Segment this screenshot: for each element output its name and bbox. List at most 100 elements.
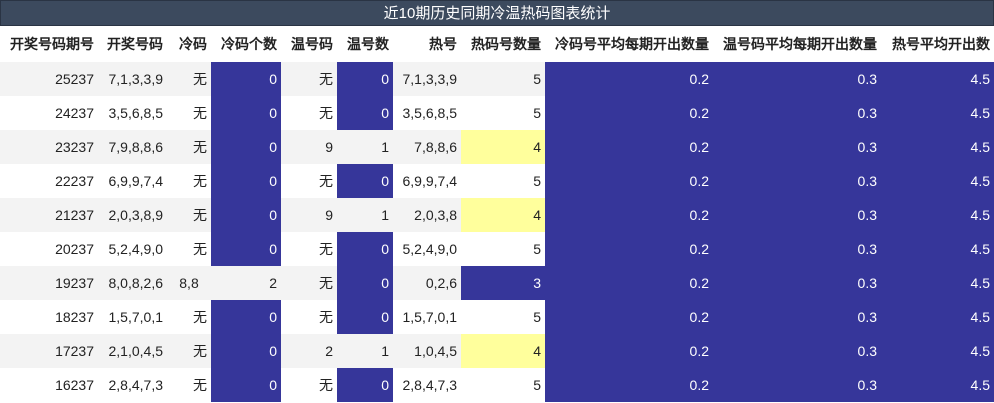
cell-hot-count: 5 bbox=[461, 368, 545, 402]
cell-hot-avg: 4.5 bbox=[881, 300, 994, 334]
table-row: 18237 1,5,7,0,1 无 0 无 0 1,5,7,0,1 5 0.2 0.3 4.5 bbox=[0, 300, 994, 334]
cell-warm-avg: 0.3 bbox=[713, 232, 881, 266]
cell-warm-avg: 0.3 bbox=[713, 266, 881, 300]
cell-cold-count: 0 bbox=[211, 130, 281, 164]
table-row: 22237 6,9,9,7,4 无 0 无 0 6,9,9,7,4 5 0.2 0.3 4.5 bbox=[0, 164, 994, 198]
cell-cold-avg: 0.2 bbox=[545, 232, 713, 266]
cell-cold: 无 bbox=[167, 334, 211, 368]
header-hot-avg: 热号平均开出数 bbox=[881, 26, 994, 62]
cell-cold: 无 bbox=[167, 368, 211, 402]
cell-issue: 21237 bbox=[0, 198, 98, 232]
cell-hot: 7,1,3,3,9 bbox=[393, 62, 461, 96]
cell-hot-avg: 4.5 bbox=[881, 334, 994, 368]
cell-cold: 无 bbox=[167, 96, 211, 130]
cell-warm-avg: 0.3 bbox=[713, 62, 881, 96]
header-cold-avg: 冷码号平均每期开出数量 bbox=[545, 26, 713, 62]
cell-hot: 3,5,6,8,5 bbox=[393, 96, 461, 130]
cell-cold-avg: 0.2 bbox=[545, 300, 713, 334]
table-row: 23237 7,9,8,8,6 无 0 9 1 7,8,8,6 4 0.2 0.3 4.5 bbox=[0, 130, 994, 164]
header-draw: 开奖号码 bbox=[98, 26, 167, 62]
table-row: 17237 2,1,0,4,5 无 0 2 1 1,0,4,5 4 0.2 0.3 4.5 bbox=[0, 334, 994, 368]
cell-hot-avg: 4.5 bbox=[881, 232, 994, 266]
cell-draw: 5,2,4,9,0 bbox=[98, 232, 167, 266]
cell-draw: 3,5,6,8,5 bbox=[98, 96, 167, 130]
cell-warm-count: 1 bbox=[337, 130, 393, 164]
cell-cold: 8,8 bbox=[167, 266, 211, 300]
cell-warm-avg: 0.3 bbox=[713, 334, 881, 368]
cell-warm: 无 bbox=[281, 368, 337, 402]
stats-sheet: 近10期历史同期冷温热码图表统计 开奖号码期号 开奖号码 冷码 冷码个数 温号码… bbox=[0, 0, 994, 402]
cell-hot-avg: 4.5 bbox=[881, 266, 994, 300]
cell-draw: 7,1,3,3,9 bbox=[98, 62, 167, 96]
cell-hot-count: 5 bbox=[461, 300, 545, 334]
cell-warm-count: 0 bbox=[337, 266, 393, 300]
cell-cold: 无 bbox=[167, 130, 211, 164]
cell-warm-avg: 0.3 bbox=[713, 368, 881, 402]
cell-issue: 16237 bbox=[0, 368, 98, 402]
cell-draw: 8,0,8,2,6 bbox=[98, 266, 167, 300]
cell-draw: 1,5,7,0,1 bbox=[98, 300, 167, 334]
cell-hot-count: 3 bbox=[461, 266, 545, 300]
cell-hot-count: 5 bbox=[461, 164, 545, 198]
table-row: 21237 2,0,3,8,9 无 0 9 1 2,0,3,8 4 0.2 0.3 4.5 bbox=[0, 198, 994, 232]
header-hot: 热号 bbox=[393, 26, 461, 62]
cell-cold-avg: 0.2 bbox=[545, 368, 713, 402]
table-row: 24237 3,5,6,8,5 无 0 无 0 3,5,6,8,5 5 0.2 0.3 4.5 bbox=[0, 96, 994, 130]
cell-warm: 无 bbox=[281, 300, 337, 334]
cell-warm-avg: 0.3 bbox=[713, 198, 881, 232]
cell-hot: 1,5,7,0,1 bbox=[393, 300, 461, 334]
cell-hot-count: 4 bbox=[461, 334, 545, 368]
cell-hot: 6,9,9,7,4 bbox=[393, 164, 461, 198]
cell-warm-avg: 0.3 bbox=[713, 130, 881, 164]
cell-cold: 无 bbox=[167, 232, 211, 266]
cell-warm-count: 1 bbox=[337, 334, 393, 368]
cell-hot-avg: 4.5 bbox=[881, 164, 994, 198]
cell-cold-avg: 0.2 bbox=[545, 266, 713, 300]
table-body: 25237 7,1,3,3,9 无 0 无 0 7,1,3,3,9 5 0.2 0.3 4.5 242… bbox=[0, 62, 994, 402]
cell-cold-count: 0 bbox=[211, 368, 281, 402]
cell-hot: 7,8,8,6 bbox=[393, 130, 461, 164]
cell-cold-count: 0 bbox=[211, 96, 281, 130]
cell-cold-count: 0 bbox=[211, 164, 281, 198]
cell-hot-count: 4 bbox=[461, 130, 545, 164]
cell-cold-avg: 0.2 bbox=[545, 96, 713, 130]
cell-cold-count: 0 bbox=[211, 198, 281, 232]
cell-hot-count: 5 bbox=[461, 62, 545, 96]
cell-warm-avg: 0.3 bbox=[713, 300, 881, 334]
header-hot-count: 热码号数量 bbox=[461, 26, 545, 62]
cell-issue: 20237 bbox=[0, 232, 98, 266]
cell-draw: 2,0,3,8,9 bbox=[98, 198, 167, 232]
cell-cold: 无 bbox=[167, 164, 211, 198]
cell-cold-count: 0 bbox=[211, 62, 281, 96]
cell-warm-count: 0 bbox=[337, 300, 393, 334]
header-row: 开奖号码期号 开奖号码 冷码 冷码个数 温号码 温号数 热号 热码号数量 冷码号… bbox=[0, 26, 994, 62]
cell-cold: 无 bbox=[167, 62, 211, 96]
cell-hot: 2,8,4,7,3 bbox=[393, 368, 461, 402]
cell-issue: 19237 bbox=[0, 266, 98, 300]
table-row: 19237 8,0,8,2,6 8,8 2 无 0 0,2,6 3 0.2 0.3 4.5 bbox=[0, 266, 994, 300]
cell-hot-avg: 4.5 bbox=[881, 96, 994, 130]
table-title: 近10期历史同期冷温热码图表统计 bbox=[0, 0, 994, 26]
cell-warm: 2 bbox=[281, 334, 337, 368]
cell-cold-avg: 0.2 bbox=[545, 334, 713, 368]
cell-warm-count: 1 bbox=[337, 198, 393, 232]
cell-warm-count: 0 bbox=[337, 96, 393, 130]
cell-hot: 0,2,6 bbox=[393, 266, 461, 300]
cell-warm: 无 bbox=[281, 266, 337, 300]
cell-hot-avg: 4.5 bbox=[881, 62, 994, 96]
cell-hot-count: 5 bbox=[461, 232, 545, 266]
cell-draw: 2,1,0,4,5 bbox=[98, 334, 167, 368]
cell-hot: 2,0,3,8 bbox=[393, 198, 461, 232]
cell-warm-avg: 0.3 bbox=[713, 96, 881, 130]
table-row: 25237 7,1,3,3,9 无 0 无 0 7,1,3,3,9 5 0.2 0.3 4.5 bbox=[0, 62, 994, 96]
cell-cold-count: 0 bbox=[211, 300, 281, 334]
cell-hot-avg: 4.5 bbox=[881, 130, 994, 164]
cell-cold-avg: 0.2 bbox=[545, 62, 713, 96]
header-warm-count: 温号数 bbox=[337, 26, 393, 62]
cell-cold-avg: 0.2 bbox=[545, 130, 713, 164]
cell-warm: 无 bbox=[281, 232, 337, 266]
header-cold: 冷码 bbox=[167, 26, 211, 62]
cell-cold-count: 0 bbox=[211, 232, 281, 266]
header-cold-count: 冷码个数 bbox=[211, 26, 281, 62]
cell-warm-count: 0 bbox=[337, 368, 393, 402]
